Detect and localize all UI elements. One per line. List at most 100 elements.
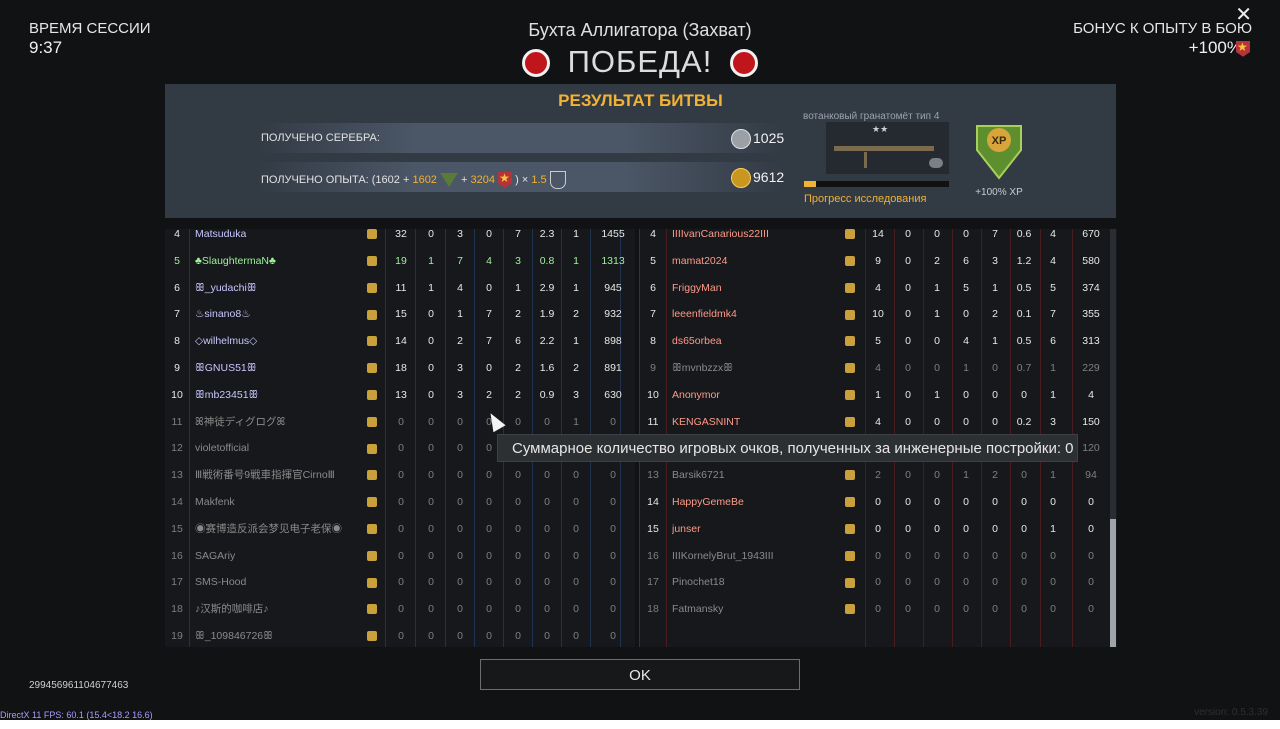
- stat-cell[interactable]: 1: [417, 275, 445, 302]
- stat-cell[interactable]: 0: [475, 229, 503, 248]
- stat-cell[interactable]: 0: [562, 543, 590, 570]
- stat-cell[interactable]: 1.2: [1010, 248, 1038, 275]
- stat-cell[interactable]: 0.8: [533, 248, 561, 275]
- stat-cell[interactable]: 9: [864, 248, 892, 275]
- stat-cell[interactable]: 0: [1039, 543, 1067, 570]
- stat-cell[interactable]: 4: [1039, 248, 1067, 275]
- stat-cell[interactable]: 0: [894, 596, 922, 623]
- stat-cell[interactable]: 0.1: [1010, 301, 1038, 328]
- stat-cell[interactable]: 0: [562, 489, 590, 516]
- stat-cell[interactable]: 2: [562, 355, 590, 382]
- stat-cell[interactable]: 1: [864, 382, 892, 409]
- stat-cell[interactable]: 3: [446, 229, 474, 248]
- stat-cell[interactable]: 0: [923, 229, 951, 248]
- stat-cell[interactable]: 7: [475, 328, 503, 355]
- stat-cell[interactable]: 0: [981, 489, 1009, 516]
- stat-cell[interactable]: 0: [533, 543, 561, 570]
- player-name[interactable]: ꕥmb23451ꕥ: [195, 382, 355, 409]
- stat-cell[interactable]: 14: [864, 229, 892, 248]
- player-name[interactable]: Ⅲ戦術番号9戦車指揮官CirnoⅢ: [195, 462, 355, 489]
- player-name[interactable]: mamat2024: [672, 248, 832, 275]
- stat-cell[interactable]: 0: [417, 435, 445, 462]
- stat-cell[interactable]: 0: [952, 301, 980, 328]
- stat-cell[interactable]: 0: [981, 409, 1009, 436]
- stat-cell[interactable]: 13: [387, 382, 415, 409]
- stat-cell[interactable]: 0: [1010, 569, 1038, 596]
- stat-cell[interactable]: 0: [387, 462, 415, 489]
- player-row[interactable]: 6 FriggyMan 4 0 1 5 1 0.5 5 374: [640, 275, 1117, 302]
- stat-cell[interactable]: 1: [952, 462, 980, 489]
- stat-cell[interactable]: 0: [475, 543, 503, 570]
- stat-cell[interactable]: 0: [504, 489, 532, 516]
- stat-cell[interactable]: 0: [952, 543, 980, 570]
- player-row[interactable]: 17 SMS-Hood 0 0 0 0 0 0 0 0: [165, 569, 635, 596]
- stat-cell[interactable]: 0: [981, 355, 1009, 382]
- stat-cell[interactable]: 0: [562, 596, 590, 623]
- stat-cell[interactable]: 0.7: [1010, 355, 1038, 382]
- stat-cell[interactable]: 7: [1039, 301, 1067, 328]
- stat-cell[interactable]: 0: [894, 462, 922, 489]
- stat-cell[interactable]: 898: [599, 328, 627, 355]
- stat-cell[interactable]: 0: [1010, 489, 1038, 516]
- stat-cell[interactable]: 0: [446, 596, 474, 623]
- stat-cell[interactable]: 0: [446, 623, 474, 647]
- stat-cell[interactable]: 0: [923, 409, 951, 436]
- stat-cell[interactable]: 6: [952, 248, 980, 275]
- stat-cell[interactable]: 5: [864, 328, 892, 355]
- stat-cell[interactable]: 0: [599, 623, 627, 647]
- player-row[interactable]: 19 ꕥ_109846726ꕥ 0 0 0 0 0 0 0 0: [165, 623, 635, 647]
- stat-cell[interactable]: 0: [1010, 543, 1038, 570]
- stat-cell[interactable]: 0: [417, 516, 445, 543]
- player-row[interactable]: 16 IIIKornelyBrut_1943III 0 0 0 0 0 0 0 0: [640, 543, 1117, 570]
- player-row[interactable]: 13 Ⅲ戦術番号9戦車指揮官CirnoⅢ 0 0 0 0 0 0 0 0: [165, 462, 635, 489]
- stat-cell[interactable]: 0: [1077, 596, 1105, 623]
- stat-cell[interactable]: 2: [504, 382, 532, 409]
- stat-cell[interactable]: 0: [475, 516, 503, 543]
- player-row[interactable]: 9 ꕥGNUS51ꕥ 18 0 3 0 2 1.6 2 891: [165, 355, 635, 382]
- stat-cell[interactable]: 0: [923, 355, 951, 382]
- player-row[interactable]: 18 ♪汉斯的咖啡店♪ 0 0 0 0 0 0 0 0: [165, 596, 635, 623]
- player-row[interactable]: 18 Fatmansky 0 0 0 0 0 0 0 0: [640, 596, 1117, 623]
- stat-cell[interactable]: 0: [446, 543, 474, 570]
- stat-cell[interactable]: 1.6: [533, 355, 561, 382]
- stat-cell[interactable]: 0: [923, 489, 951, 516]
- stat-cell[interactable]: 0: [981, 569, 1009, 596]
- stat-cell[interactable]: 0: [894, 355, 922, 382]
- stat-cell[interactable]: 0: [417, 409, 445, 436]
- stat-cell[interactable]: 630: [599, 382, 627, 409]
- stat-cell[interactable]: 10: [864, 301, 892, 328]
- player-name[interactable]: FriggyMan: [672, 275, 832, 302]
- stat-cell[interactable]: 0: [894, 409, 922, 436]
- stat-cell[interactable]: 4: [864, 355, 892, 382]
- stat-cell[interactable]: 0: [599, 596, 627, 623]
- stat-cell[interactable]: 0: [417, 328, 445, 355]
- stat-cell[interactable]: 3: [981, 248, 1009, 275]
- stat-cell[interactable]: 2: [446, 328, 474, 355]
- stat-cell[interactable]: 0: [952, 516, 980, 543]
- player-row[interactable]: 7 ♨sinano8♨ 15 0 1 7 2 1.9 2 932: [165, 301, 635, 328]
- stat-cell[interactable]: 0: [475, 623, 503, 647]
- stat-cell[interactable]: 0: [952, 489, 980, 516]
- stat-cell[interactable]: 14: [387, 328, 415, 355]
- stat-cell[interactable]: 18: [387, 355, 415, 382]
- stat-cell[interactable]: 0: [533, 569, 561, 596]
- stat-cell[interactable]: 0: [417, 355, 445, 382]
- ok-button[interactable]: OK: [480, 659, 800, 690]
- stat-cell[interactable]: 0: [417, 489, 445, 516]
- stat-cell[interactable]: 0: [387, 409, 415, 436]
- stat-cell[interactable]: 1: [562, 328, 590, 355]
- stat-cell[interactable]: 0: [417, 382, 445, 409]
- stat-cell[interactable]: 0: [1010, 516, 1038, 543]
- player-name[interactable]: ♪汉斯的咖啡店♪: [195, 596, 355, 623]
- stat-cell[interactable]: 0: [387, 623, 415, 647]
- stat-cell[interactable]: 0: [981, 543, 1009, 570]
- stat-cell[interactable]: 0: [599, 569, 627, 596]
- stat-cell[interactable]: 945: [599, 275, 627, 302]
- stat-cell[interactable]: 0: [562, 462, 590, 489]
- stat-cell[interactable]: 355: [1077, 301, 1105, 328]
- stat-cell[interactable]: 0: [475, 355, 503, 382]
- stat-cell[interactable]: 1.9: [533, 301, 561, 328]
- player-name[interactable]: ꕥ_yudachiꕥ: [195, 275, 355, 302]
- stat-cell[interactable]: 0: [446, 409, 474, 436]
- stat-cell[interactable]: 1: [1039, 382, 1067, 409]
